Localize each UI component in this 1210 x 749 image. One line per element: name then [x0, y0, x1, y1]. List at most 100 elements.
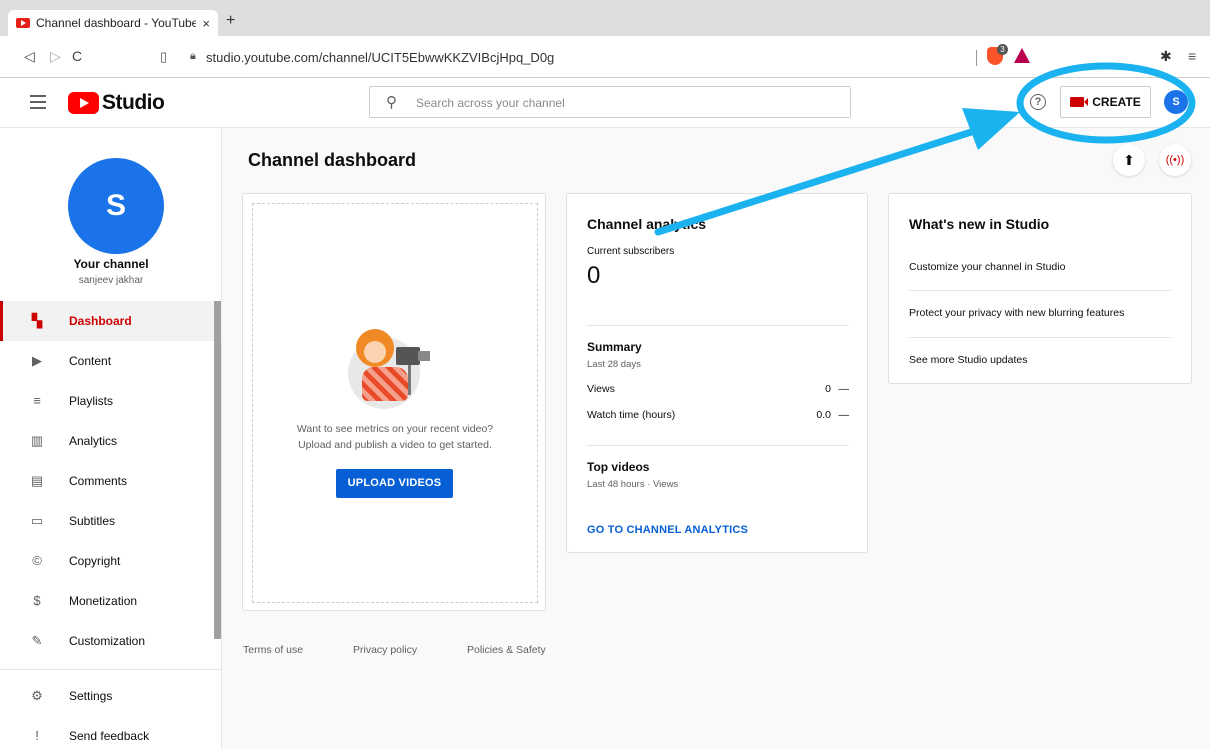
- stat-row-views: Views 0 —: [587, 383, 849, 395]
- go-to-channel-analytics-link[interactable]: GO TO CHANNEL ANALYTICS: [587, 524, 748, 536]
- sidebar-item-playlists[interactable]: ≡ Playlists: [0, 381, 222, 421]
- sidebar-item-label: Analytics: [69, 434, 118, 448]
- stat-value: 0.0: [816, 409, 831, 421]
- upload-message-line1: Want to see metrics on your recent video…: [296, 423, 494, 435]
- feedback-icon: !: [35, 728, 39, 743]
- videographer-illustration: [348, 327, 448, 409]
- bookmark-icon[interactable]: ▯: [160, 49, 167, 65]
- stat-trend: —: [838, 383, 850, 395]
- logo-text: Studio: [102, 91, 165, 114]
- sidebar-item-subtitles[interactable]: ▭ Subtitles: [0, 501, 222, 541]
- subtitles-icon: ▭: [30, 513, 44, 528]
- sidebar-item-label: Copyright: [69, 554, 121, 568]
- create-label: CREATE: [1092, 95, 1141, 109]
- hamburger-menu-icon[interactable]: [30, 95, 46, 109]
- channel-avatar[interactable]: S: [68, 158, 164, 254]
- create-button[interactable]: CREATE: [1060, 86, 1151, 118]
- help-icon[interactable]: ?: [1030, 94, 1046, 110]
- top-videos-title: Top videos: [587, 460, 650, 474]
- sidebar-item-content[interactable]: ▶ Content: [0, 341, 222, 381]
- account-avatar[interactable]: S: [1164, 90, 1188, 114]
- divider: [0, 669, 222, 670]
- sidebar-item-label: Settings: [69, 689, 113, 703]
- analytics-icon: ▥: [30, 433, 44, 448]
- whats-new-title: What's new in Studio: [909, 216, 1050, 232]
- youtube-logo-icon: [68, 92, 99, 114]
- monetization-icon: $: [33, 593, 41, 608]
- reload-icon[interactable]: C: [72, 48, 82, 64]
- sidebar-scrollbar[interactable]: [214, 301, 221, 639]
- top-videos-period: Last 48 hours · Views: [587, 479, 679, 490]
- divider: [909, 290, 1171, 291]
- sidebar: S Your channel sanjeev jakhar ▚ Dashboar…: [0, 128, 222, 749]
- brave-rewards-icon[interactable]: [1014, 48, 1030, 63]
- stat-trend: —: [838, 409, 850, 421]
- sidebar-item-comments[interactable]: ▤ Comments: [0, 461, 222, 501]
- summary-title: Summary: [587, 340, 642, 354]
- upload-card: Want to see metrics on your recent video…: [242, 193, 546, 611]
- whats-new-item[interactable]: Customize your channel in Studio: [909, 261, 1065, 273]
- stat-label: Views: [587, 383, 615, 395]
- search-icon: ⚲: [386, 94, 397, 111]
- sidebar-item-monetization[interactable]: $ Monetization: [0, 581, 222, 621]
- forward-icon[interactable]: ▷: [50, 48, 61, 65]
- policies-safety-link[interactable]: Policies & Safety: [467, 644, 546, 656]
- sidebar-item-label: Monetization: [69, 594, 138, 608]
- sidebar-item-label: Playlists: [69, 394, 114, 408]
- studio-logo[interactable]: Studio: [68, 91, 165, 115]
- whats-new-item[interactable]: See more Studio updates: [909, 354, 1028, 366]
- sidebar-nav-bottom: ⚙ Settings ! Send feedback: [0, 676, 222, 749]
- sidebar-item-label: Content: [69, 354, 112, 368]
- sidebar-item-label: Dashboard: [69, 314, 132, 328]
- back-icon[interactable]: ◁: [24, 48, 35, 65]
- stat-value: 0: [825, 383, 831, 395]
- sidebar-item-analytics[interactable]: ▥ Analytics: [0, 421, 222, 461]
- brave-shields-badge: 3: [997, 44, 1008, 55]
- browser-menu-icon[interactable]: ≡: [1188, 48, 1196, 64]
- dashboard-icon: ▚: [32, 313, 42, 328]
- whats-new-item[interactable]: Protect your privacy with new blurring f…: [909, 307, 1124, 319]
- divider: [909, 337, 1171, 338]
- live-stream-icon[interactable]: ((•)): [1159, 144, 1191, 176]
- sidebar-item-dashboard[interactable]: ▚ Dashboard: [0, 301, 222, 341]
- divider: [587, 445, 849, 446]
- sidebar-item-label: Subtitles: [69, 514, 116, 528]
- extensions-icon[interactable]: ✱: [1160, 48, 1172, 65]
- divider: [587, 325, 849, 326]
- browser-tab[interactable]: Channel dashboard - YouTube S ×: [8, 10, 218, 36]
- sidebar-item-settings[interactable]: ⚙ Settings: [0, 676, 222, 716]
- stat-label: Watch time (hours): [587, 409, 676, 421]
- sidebar-item-label: Customization: [69, 634, 146, 648]
- upload-message: Want to see metrics on your recent video…: [243, 421, 547, 453]
- content-icon: ▶: [32, 353, 42, 368]
- url-field[interactable]: studio.youtube.com/channel/UCIT5EbwwKKZV…: [206, 50, 554, 65]
- sidebar-item-customization[interactable]: ✎ Customization: [0, 621, 222, 661]
- search-input[interactable]: [416, 93, 836, 113]
- new-tab-button[interactable]: +: [226, 12, 235, 30]
- analytics-title: Channel analytics: [587, 216, 707, 232]
- copyright-icon: ©: [32, 553, 42, 568]
- comments-icon: ▤: [30, 473, 44, 488]
- video-camera-icon: [1070, 97, 1089, 107]
- address-bar: ◁ ▷ C ▯ 🔒︎ studio.youtube.com/channel/UC…: [0, 36, 1210, 78]
- terms-of-use-link[interactable]: Terms of use: [243, 644, 303, 656]
- sidebar-item-label: Send feedback: [69, 729, 150, 743]
- channel-name: sanjeev jakhar: [78, 275, 144, 286]
- your-channel-label: Your channel: [73, 257, 149, 271]
- studio-header: Studio ⚲ ? CREATE S: [0, 78, 1210, 128]
- tab-title: Channel dashboard - YouTube S: [36, 16, 197, 30]
- upload-message-line2: Upload and publish a video to get starte…: [298, 439, 492, 451]
- tab-close-icon[interactable]: ×: [202, 16, 210, 31]
- upload-videos-button[interactable]: UPLOAD VIDEOS: [336, 469, 453, 498]
- search-box[interactable]: ⚲: [369, 86, 851, 118]
- subscribers-count: 0: [587, 262, 601, 289]
- sidebar-item-copyright[interactable]: © Copyright: [0, 541, 222, 581]
- upload-icon[interactable]: ⬆: [1113, 144, 1145, 176]
- youtube-favicon-icon: [16, 18, 30, 28]
- sidebar-item-send-feedback[interactable]: ! Send feedback: [0, 716, 222, 749]
- divider: [976, 50, 977, 66]
- playlists-icon: ≡: [33, 393, 41, 408]
- customization-icon: ✎: [31, 633, 43, 648]
- browser-tab-bar: Channel dashboard - YouTube S × +: [0, 0, 1210, 36]
- privacy-policy-link[interactable]: Privacy policy: [353, 644, 417, 656]
